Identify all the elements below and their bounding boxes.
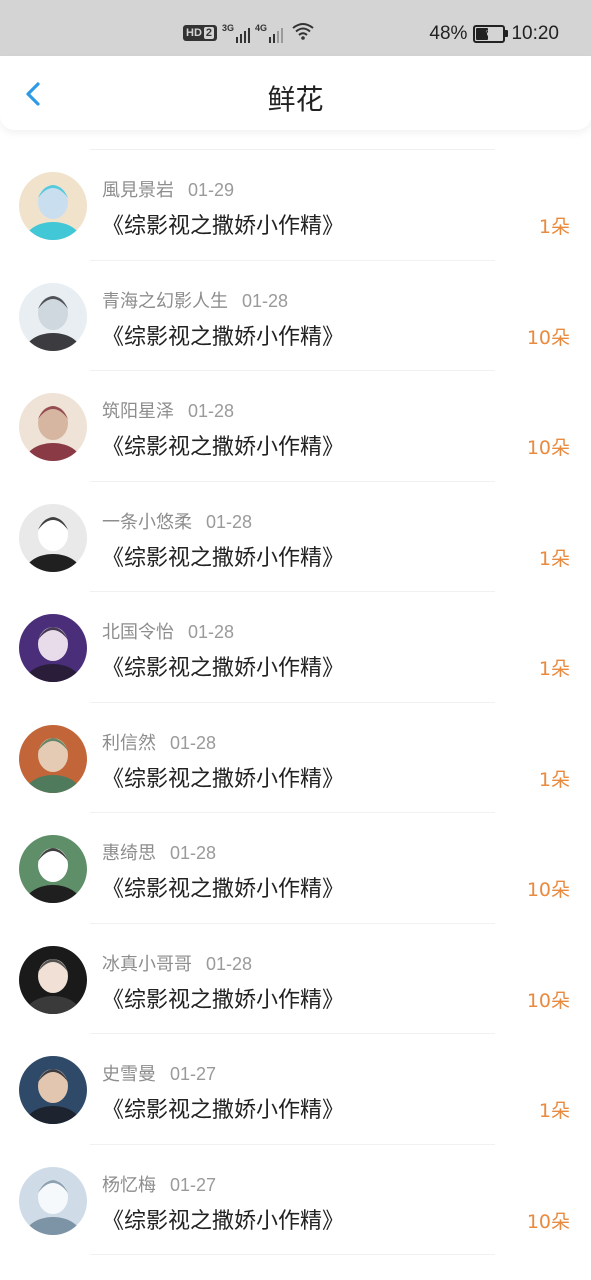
status-bar: HD 2 3G 4G 48% ❦ 10:20: [0, 0, 591, 56]
flower-count: 1朵: [538, 216, 570, 238]
avatar-image: [19, 724, 87, 793]
avatar[interactable]: [19, 945, 87, 1014]
avatar-image: [19, 503, 87, 572]
list-item[interactable]: 一条小悠柔 01-28 《综影视之撒娇小作精》 1朵: [0, 482, 591, 592]
avatar-image: [19, 835, 87, 903]
username[interactable]: 惠绮思: [102, 843, 156, 864]
battery-percent: 48%: [429, 23, 468, 44]
user-meta: 惠绮思 01-28: [102, 839, 216, 865]
user-meta: 一条小悠柔 01-28: [102, 508, 252, 534]
list-item[interactable]: 冰真小哥哥 01-28 《综影视之撒娇小作精》 10朵: [0, 924, 591, 1034]
date: 01-28: [170, 843, 217, 863]
status-icons: HD 2 3G 4G: [183, 20, 314, 46]
book-title-link[interactable]: 《综影视之撒娇小作精》: [102, 1203, 344, 1235]
avatar-image: [19, 172, 87, 240]
username[interactable]: 筑阳星泽: [102, 401, 174, 422]
list-item[interactable]: 風見景岩 01-29 《综影视之撒娇小作精》 1朵: [0, 150, 591, 261]
user-meta: 杨忆梅 01-27: [102, 1171, 216, 1197]
username[interactable]: 史雪曼: [102, 1064, 156, 1085]
flower-count: 10朵: [526, 879, 570, 901]
username[interactable]: 冰真小哥哥: [102, 954, 192, 975]
signal-3g-icon: 3G: [222, 23, 251, 43]
list-item[interactable]: 利信然 01-28 《综影视之撒娇小作精》 1朵: [0, 703, 591, 813]
flower-count: 10朵: [526, 1210, 570, 1233]
book-title-link[interactable]: 《综影视之撒娇小作精》: [102, 761, 344, 793]
book-title-link[interactable]: 《综影视之撒娇小作精》: [102, 1092, 344, 1124]
username[interactable]: 杨忆梅: [102, 1175, 156, 1196]
flower-gift-list: 風見景岩 01-29 《综影视之撒娇小作精》 1朵 青海之幻影人生 01-28 《综…: [0, 150, 591, 1255]
username[interactable]: 一条小悠柔: [102, 512, 192, 533]
list-item[interactable]: 史雪曼 01-27 《综影视之撒娇小作精》 1朵: [0, 1034, 591, 1145]
date: 01-28: [206, 953, 253, 974]
book-title-link[interactable]: 《综影视之撒娇小作精》: [102, 650, 344, 682]
username[interactable]: 青海之幻影人生: [102, 291, 228, 312]
flower-count: 1朵: [538, 1100, 570, 1122]
user-meta: 北国令怡 01-28: [102, 618, 234, 644]
date: 01-28: [242, 290, 289, 311]
avatar[interactable]: [19, 282, 87, 351]
avatar[interactable]: [19, 614, 87, 682]
username[interactable]: 風見景岩: [102, 180, 174, 201]
avatar[interactable]: [19, 1166, 87, 1235]
date: 01-29: [188, 180, 235, 200]
list-item[interactable]: 青海之幻影人生 01-28 《综影视之撒娇小作精》 10朵: [0, 261, 591, 371]
book-title-link[interactable]: 《综影视之撒娇小作精》: [102, 871, 344, 903]
avatar-image: [19, 282, 87, 351]
book-title-link[interactable]: 《综影视之撒娇小作精》: [102, 540, 344, 572]
user-meta: 史雪曼 01-27: [102, 1060, 216, 1086]
avatar-image: [19, 1056, 87, 1124]
book-title-link[interactable]: 《综影视之撒娇小作精》: [102, 429, 344, 461]
date: 01-28: [206, 511, 253, 532]
date: 01-28: [188, 622, 235, 642]
avatar[interactable]: [19, 1056, 87, 1124]
flower-count: 10朵: [526, 989, 570, 1012]
flower-count: 10朵: [526, 326, 570, 349]
avatar[interactable]: [19, 503, 87, 572]
avatar[interactable]: [19, 393, 87, 461]
signal-4g-icon: 4G: [255, 23, 284, 43]
avatar[interactable]: [19, 724, 87, 793]
flower-count: 1朵: [538, 768, 570, 791]
avatar[interactable]: [19, 835, 87, 903]
flower-count: 1朵: [538, 658, 570, 680]
hd-badge: HD 2: [183, 25, 218, 41]
divider: [90, 1254, 495, 1255]
avatar-image: [19, 1166, 87, 1235]
username[interactable]: 北国令怡: [102, 622, 174, 643]
avatar[interactable]: [19, 172, 87, 240]
list-item[interactable]: 北国令怡 01-28 《综影视之撒娇小作精》 1朵: [0, 592, 591, 703]
app-header: 鲜花: [0, 56, 591, 130]
date: 01-28: [188, 401, 235, 421]
list-item[interactable]: 筑阳星泽 01-28 《综影视之撒娇小作精》 10朵: [0, 371, 591, 482]
list-item[interactable]: 惠绮思 01-28 《综影视之撒娇小作精》 10朵: [0, 813, 591, 924]
clock: 10:20: [511, 23, 559, 44]
book-title-link[interactable]: 《综影视之撒娇小作精》: [102, 208, 344, 240]
date: 01-28: [170, 732, 217, 753]
user-meta: 青海之幻影人生 01-28: [102, 287, 288, 313]
status-right: 48% ❦ 10:20: [429, 20, 559, 48]
date: 01-27: [170, 1174, 217, 1195]
page-title: 鲜花: [267, 83, 324, 116]
book-title-link[interactable]: 《综影视之撒娇小作精》: [102, 319, 344, 351]
flower-count: 10朵: [526, 437, 570, 459]
wifi-icon: [292, 22, 314, 44]
book-title-link[interactable]: 《综影视之撒娇小作精》: [102, 982, 344, 1014]
avatar-image: [19, 945, 87, 1014]
user-meta: 筑阳星泽 01-28: [102, 397, 234, 423]
avatar-image: [19, 614, 87, 682]
list-item[interactable]: 杨忆梅 01-27 《综影视之撒娇小作精》 10朵: [0, 1145, 591, 1255]
username[interactable]: 利信然: [102, 733, 156, 754]
user-meta: 利信然 01-28: [102, 729, 216, 755]
date: 01-27: [170, 1064, 217, 1084]
flower-count: 1朵: [538, 547, 570, 570]
avatar-image: [19, 393, 87, 461]
battery-icon: ❦: [473, 25, 509, 43]
user-meta: 風見景岩 01-29: [102, 176, 234, 202]
user-meta: 冰真小哥哥 01-28: [102, 950, 252, 976]
